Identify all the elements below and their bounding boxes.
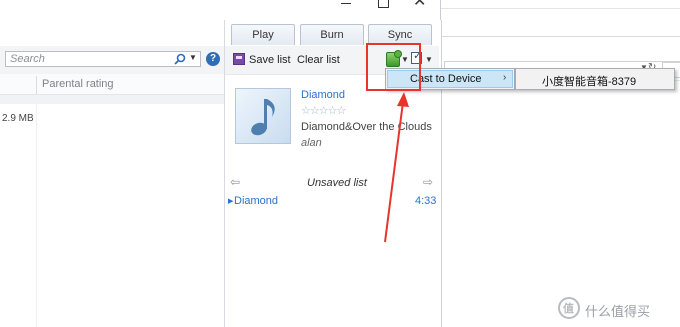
rating-stars[interactable]: ☆☆☆☆☆ (301, 104, 346, 117)
track-title[interactable]: Diamond (301, 89, 345, 101)
background-window-tabline (441, 8, 680, 9)
search-input[interactable]: Search (5, 51, 201, 67)
next-list-arrow-icon[interactable]: ⇨ (423, 175, 433, 189)
search-icon[interactable] (174, 53, 186, 65)
now-playing-marker-icon: ▶ (228, 198, 234, 205)
previous-list-arrow-icon[interactable]: ⇦ (230, 175, 240, 189)
minimize-button[interactable] (330, 0, 364, 10)
background-window (440, 0, 680, 327)
playlist-item-title[interactable]: Diamond (234, 195, 278, 207)
column-divider (36, 104, 37, 327)
minimize-icon (341, 3, 351, 4)
tab-play[interactable]: Play (231, 24, 295, 45)
checklist-dropdown-icon[interactable]: ▼ (425, 55, 433, 64)
watermark-logo-glyph: 值 (563, 303, 574, 315)
track-artist: alan (301, 137, 322, 149)
menu-item-device[interactable]: 小度智能音箱-8379 (542, 73, 636, 89)
column-parental-rating[interactable]: Parental rating (42, 78, 114, 90)
list-title: Unsaved list (307, 177, 367, 189)
save-list-button[interactable]: Save list (249, 54, 291, 66)
help-icon[interactable]: ? (206, 52, 220, 66)
tab-sync[interactable]: Sync (368, 24, 432, 45)
background-window-divider (441, 36, 680, 37)
library-row-size: 2.9 MB (2, 113, 34, 124)
search-dropdown-icon[interactable]: ▼ (189, 53, 197, 63)
column-separator[interactable] (36, 76, 37, 94)
watermark-text: 什么值得买 (585, 304, 651, 319)
tab-burn[interactable]: Burn (300, 24, 364, 45)
library-row[interactable] (0, 95, 224, 104)
music-note-icon (251, 99, 275, 136)
maximize-icon (378, 0, 389, 8)
save-list-icon[interactable] (233, 53, 245, 65)
clear-list-button[interactable]: Clear list (297, 54, 340, 66)
annotation-arrow (384, 92, 409, 243)
close-icon: ✕ (413, 0, 427, 10)
submenu-arrow-icon: › (503, 72, 507, 83)
annotation-highlight-box (366, 43, 421, 91)
